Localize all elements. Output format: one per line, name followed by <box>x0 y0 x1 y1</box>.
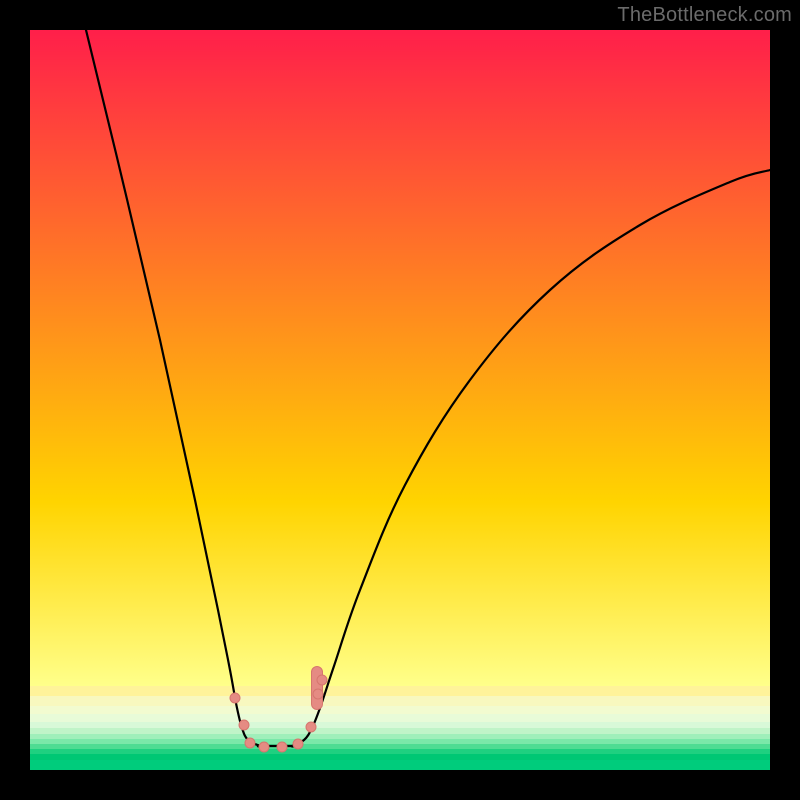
marker-dot-3 <box>259 742 269 752</box>
marker-dot-4 <box>277 742 287 752</box>
curve-layer <box>30 30 770 770</box>
marker-dot-0 <box>230 693 240 703</box>
marker-dot-5 <box>293 739 303 749</box>
bottleneck-curve <box>86 30 770 746</box>
marker-dot-8 <box>317 675 327 685</box>
plot-area <box>30 30 770 770</box>
marker-dot-2 <box>245 738 255 748</box>
marker-capsule-0 <box>312 667 323 710</box>
marker-dot-7 <box>313 689 323 699</box>
marker-dot-1 <box>239 720 249 730</box>
marker-dot-6 <box>306 722 316 732</box>
watermark-label: TheBottleneck.com <box>617 4 792 27</box>
chart-frame: TheBottleneck.com <box>0 0 800 800</box>
